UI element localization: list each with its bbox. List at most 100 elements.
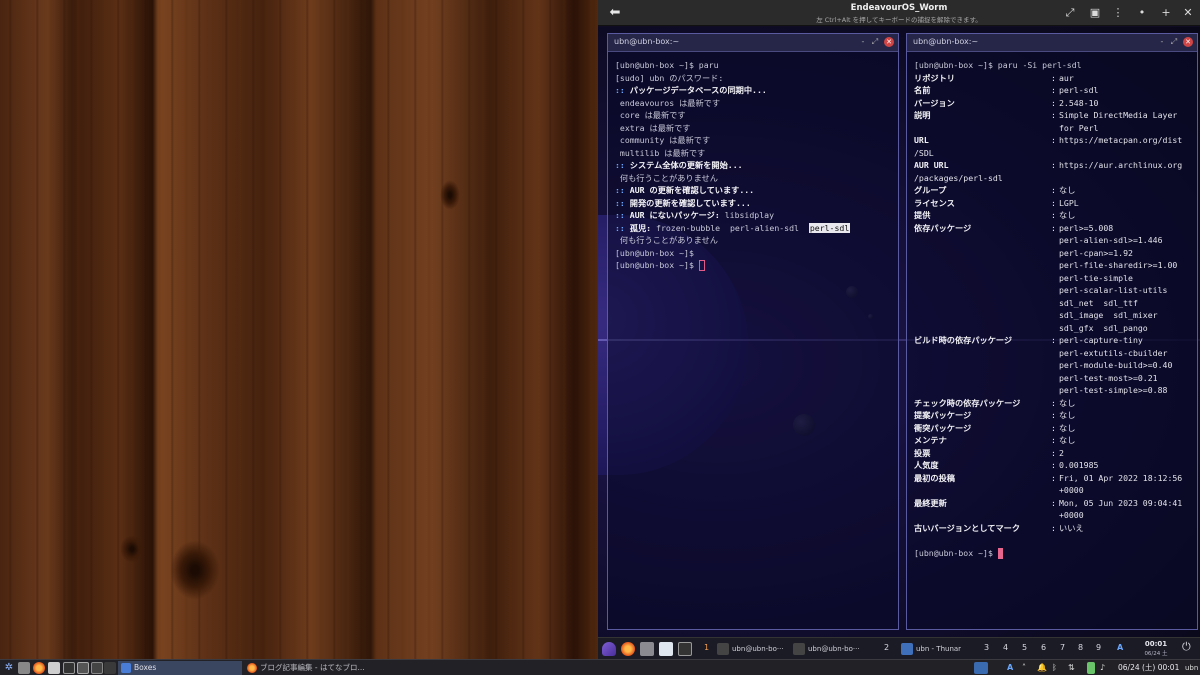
terminal-line: :: パッケージデータベースの同期中... — [615, 84, 891, 97]
info-row: AUR URL: https://aur.archlinux.org — [914, 159, 1190, 172]
line-text: 孤児: — [624, 222, 652, 233]
vm-titlebar[interactable]: ⬅ EndeavourOS_Worm 左 Ctrl+Alt を押してキーボードの… — [598, 0, 1200, 26]
terminal-icon[interactable] — [63, 662, 75, 674]
maximize-icon[interactable]: ⤢ — [1169, 37, 1179, 47]
taskbar-item-browser[interactable]: ブログ記事編集 - はてなブロ... — [244, 661, 374, 675]
close-icon[interactable]: ✕ — [1178, 3, 1198, 23]
fullscreen-icon[interactable]: ⤢ — [1060, 3, 1080, 23]
file-manager-icon[interactable] — [18, 662, 30, 674]
text-editor-icon[interactable] — [48, 662, 60, 674]
info-key: 依存パッケージ — [914, 222, 972, 233]
vm-window[interactable]: ⬅ EndeavourOS_Worm 左 Ctrl+Alt を押してキーボードの… — [598, 0, 1200, 659]
maximize-icon[interactable]: + — [1156, 3, 1176, 23]
firefox-icon[interactable] — [621, 642, 635, 656]
workspace-4[interactable]: 4 — [1003, 643, 1008, 652]
right-terminal-window[interactable]: ubn@ubn-box:~ - ⤢ ✕ [ubn@ubn-box ~]$ par… — [906, 33, 1198, 630]
screenshot-icon[interactable]: ▣ — [1085, 3, 1105, 23]
app-menu-icon[interactable]: ✲ — [3, 662, 15, 674]
info-row: URL: https://metacpan.org/dist — [914, 134, 1190, 147]
workspace-3[interactable]: 3 — [984, 643, 989, 652]
info-value-wrap: /SDL — [914, 147, 934, 158]
info-value: 2.548-10 — [1059, 97, 1099, 108]
workspace-7[interactable]: 7 — [1060, 643, 1065, 652]
info-value: +0000 — [1059, 485, 1084, 495]
taskbar-item-thunar[interactable]: ubn - Thunar — [898, 641, 978, 657]
info-row: perl-alien-sdl>=1.446 — [914, 234, 1190, 247]
minimize-icon[interactable]: • — [1132, 3, 1152, 23]
info-value: Simple DirectMedia Layer — [1059, 110, 1178, 120]
taskbar-item-terminal[interactable]: ubn@ubn-bo··· — [790, 641, 865, 657]
terminal-title: ubn@ubn-box:~ — [913, 37, 979, 46]
info-key: 投票 — [914, 447, 931, 458]
terminal-titlebar[interactable]: ubn@ubn-box:~ - ⤢ ✕ — [608, 34, 898, 52]
line-text: AUR にないパッケージ: — [624, 210, 720, 220]
info-value-wrap: /packages/perl-sdl — [914, 172, 1003, 183]
firefox-icon[interactable] — [33, 662, 45, 674]
terminal-titlebar[interactable]: ubn@ubn-box:~ - ⤢ ✕ — [907, 34, 1197, 52]
host-taskbar: ✲ Boxes ブログ記事編集 - はてなブロ... A ˄ 🔔 ᛒ ⇅ ♪ 0… — [0, 659, 1200, 675]
workspace-5[interactable]: 5 — [1022, 643, 1027, 652]
file-manager-icon[interactable] — [640, 642, 654, 656]
terminal-icon[interactable] — [678, 642, 692, 656]
bell-icon[interactable]: 🔔 — [1037, 662, 1049, 674]
guest-clock[interactable]: 00:01 — [1138, 640, 1174, 648]
volume-icon[interactable]: ♪ — [1100, 662, 1112, 674]
task-label: Boxes — [134, 663, 157, 672]
info-value: sdl_net sdl_ttf — [1059, 297, 1138, 308]
terminal-line: multilib は最新です — [615, 147, 891, 160]
line-prefix: :: — [615, 197, 625, 208]
workspace-2[interactable]: 2 — [884, 643, 889, 652]
window-icon[interactable] — [77, 662, 89, 674]
info-colon: : — [1051, 160, 1056, 170]
power-icon[interactable]: ⏻ — [1182, 640, 1191, 654]
left-terminal-window[interactable]: ubn@ubn-box:~ - ⤢ ✕ [ubn@ubn-box ~]$ par… — [607, 33, 899, 630]
wood-knot — [440, 180, 460, 210]
info-row: 提案パッケージ: なし — [914, 409, 1190, 422]
user-name[interactable]: ubn — [1185, 662, 1199, 674]
back-arrow-icon[interactable]: ⬅ — [606, 4, 624, 22]
workspace-8[interactable]: 8 — [1078, 643, 1083, 652]
workspace-9[interactable]: 9 — [1096, 643, 1101, 652]
workspace-switcher-icon[interactable] — [974, 662, 988, 674]
info-row: リポジトリ: aur — [914, 72, 1190, 85]
info-value: なし — [1059, 435, 1076, 445]
chevron-up-icon[interactable]: ˄ — [1022, 662, 1034, 674]
line-extra: frozen-bubble perl-alien-sdl — [651, 222, 809, 233]
terminal-line: extra は最新です — [615, 122, 891, 135]
taskbar-item-boxes[interactable]: Boxes — [118, 661, 242, 675]
battery-icon[interactable] — [1087, 662, 1095, 674]
close-icon[interactable]: ✕ — [884, 37, 894, 47]
terminal-line: [ubn@ubn-box ~]$ — [615, 247, 891, 260]
minimize-icon[interactable]: - — [858, 37, 868, 47]
line-text: [sudo] ubn のパスワード: — [615, 72, 724, 83]
info-value: perl-sdl — [1059, 85, 1099, 95]
info-colon: : — [1051, 335, 1056, 345]
input-method-indicator[interactable]: A — [1117, 643, 1123, 652]
info-row: 提供: なし — [914, 209, 1190, 222]
info-colon: : — [1051, 410, 1056, 420]
calculator-icon[interactable] — [104, 662, 116, 674]
info-row: メンテナ: なし — [914, 434, 1190, 447]
taskbar-item-terminal[interactable]: ubn@ubn-bo··· — [714, 641, 789, 657]
input-method-indicator[interactable]: A — [1007, 662, 1019, 674]
workspace-1[interactable]: 1 — [704, 643, 709, 652]
network-icon[interactable]: ⇅ — [1068, 662, 1080, 674]
screenshot-icon[interactable] — [91, 662, 103, 674]
text-editor-icon[interactable] — [659, 642, 673, 656]
line-text: multilib は最新です — [615, 147, 706, 158]
info-value: いいえ — [1059, 522, 1084, 533]
maximize-icon[interactable]: ⤢ — [870, 37, 880, 47]
line-text: [ubn@ubn-box ~]$ paru — [615, 60, 719, 70]
workspace-6[interactable]: 6 — [1041, 643, 1046, 652]
close-icon[interactable]: ✕ — [1183, 37, 1193, 47]
minimize-icon[interactable]: - — [1157, 37, 1167, 47]
bluetooth-icon[interactable]: ᛒ — [1052, 662, 1064, 674]
host-clock[interactable]: 06/24 (土) 00:01 — [1118, 661, 1179, 675]
terminal-output[interactable]: [ubn@ubn-box ~]$ paru[sudo] ubn のパスワード::… — [608, 52, 898, 279]
task-label: ubn@ubn-bo··· — [808, 645, 860, 653]
menu-kebab-icon[interactable]: ⋮ — [1108, 3, 1128, 23]
line-text: [ubn@ubn-box ~]$ — [615, 247, 694, 258]
terminal-output[interactable]: [ubn@ubn-box ~]$ paru -Si perl-sdl リポジトリ… — [907, 52, 1197, 566]
endeavouros-menu-icon[interactable] — [602, 642, 616, 656]
